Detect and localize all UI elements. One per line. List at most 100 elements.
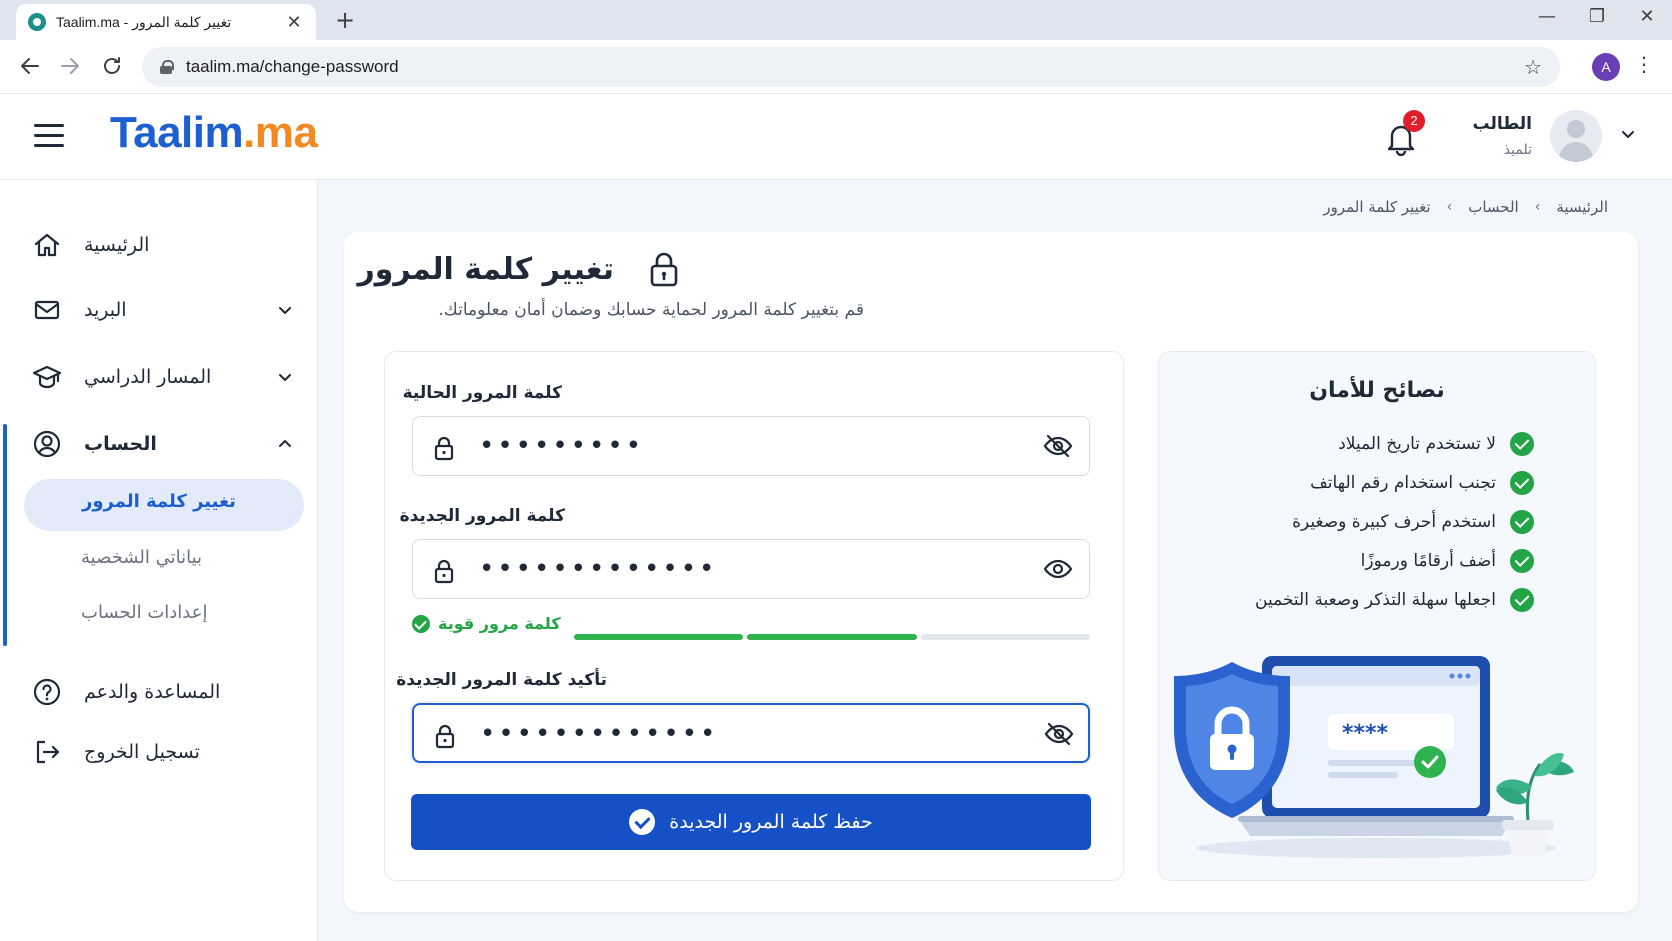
user-name: الطالب [1472,114,1532,134]
tip-item: لا تستخدم تاريخ الميلاد [1338,432,1534,456]
user-icon [32,429,62,459]
help-icon [32,677,62,707]
breadcrumb-home[interactable]: الرئيسية [1556,198,1608,216]
sidebar-subitem-label: إعدادات الحساب [81,602,208,623]
sidebar-item-label: المسار الدراسي [84,366,212,388]
sidebar-item-help[interactable]: المساعدة والدعم [0,667,318,717]
tip-item: اجعلها سهلة التذكر وصعبة التخمين [1255,588,1534,612]
mail-icon [32,295,62,325]
window-close-button[interactable]: ✕ [1632,6,1662,27]
password-strength-meter [574,634,1090,640]
browser-menu-icon[interactable]: ⋮ [1634,52,1654,76]
browser-profile-avatar[interactable]: A [1592,53,1620,81]
user-role: تلميذ [1503,142,1532,158]
eye-off-icon[interactable] [1043,433,1073,459]
app-header: Taalim.ma 2 الطالب تلميذ [0,94,1672,180]
new-password-label: كلمة المرور الجديدة [399,506,565,526]
hamburger-menu-icon[interactable] [34,124,66,148]
check-circle-icon [1510,471,1534,495]
graduation-cap-icon [32,362,62,392]
check-circle-icon [412,614,430,633]
lock-icon [434,723,456,749]
browser-tab[interactable]: Taalim.ma - تغيير كلمة المرور ✕ [16,4,316,40]
logo-text-domain: .ma [243,108,318,157]
url-field[interactable]: taalim.ma/change-password ☆ [142,47,1560,87]
lock-icon [433,435,455,461]
page-subtitle: قم بتغيير كلمة المرور لحماية حسابك وضمان… [438,300,864,320]
secure-lock-icon [160,60,174,74]
sidebar-subitem-label: تغيير كلمة المرور [82,491,236,512]
sidebar-item-mail[interactable]: البريد [0,285,318,335]
tip-item: تجنب استخدام رقم الهاتف [1310,471,1534,495]
breadcrumb-separator: ‹ [1534,199,1541,215]
sidebar-item-logout[interactable]: تسجيل الخروج [0,727,318,777]
check-circle-icon [629,809,656,835]
sidebar-subitem-personal-data[interactable]: بياناتي الشخصية [24,535,304,587]
logo-text-main: Taalim [110,108,244,157]
illustration-password-text: **** [1342,721,1389,746]
strength-segment [574,634,744,640]
save-password-label: حفظ كلمة المرور الجديدة [669,811,873,833]
sidebar-item-study-path[interactable]: المسار الدراسي [0,352,318,402]
tip-item: استخدم أحرف كبيرة وصغيرة [1292,510,1534,534]
forward-arrow-icon[interactable] [56,54,84,82]
sidebar-item-label: المساعدة والدعم [84,681,221,703]
strength-segment [747,634,917,640]
browser-tab-bar: Taalim.ma - تغيير كلمة المرور ✕ + — ❐ ✕ [0,0,1672,40]
check-circle-icon [1510,510,1534,534]
restore-button[interactable]: ❐ [1582,6,1612,27]
chevron-down-icon[interactable] [276,368,294,386]
tip-text: اجعلها سهلة التذكر وصعبة التخمين [1255,590,1496,610]
check-circle-icon [1510,588,1534,612]
current-password-label: كلمة المرور الحالية [402,383,562,403]
tip-item: أضف أرقامًا ورموزًا [1361,549,1534,573]
confirm-password-field[interactable]: ••••••••••••• [412,703,1090,763]
check-circle-icon [1510,549,1534,573]
breadcrumb-account[interactable]: الحساب [1468,198,1519,216]
confirm-password-value: ••••••••••••• [480,719,719,749]
current-password-value: ••••••••• [479,431,645,461]
breadcrumb-current: تغيير كلمة المرور [1323,198,1431,216]
home-icon [32,230,62,260]
sidebar-subitem-label: بياناتي الشخصية [81,547,203,568]
reload-icon[interactable] [98,54,126,82]
new-tab-button[interactable]: + [330,6,360,34]
check-circle-icon [1510,432,1534,456]
logo[interactable]: Taalim.ma [110,108,318,158]
save-password-button[interactable]: حفظ كلمة المرور الجديدة [411,794,1091,850]
sidebar-subitem-account-settings[interactable]: إعدادات الحساب [24,590,304,642]
sidebar-item-home[interactable]: الرئيسية [0,220,318,270]
eye-icon[interactable] [1043,556,1073,582]
url-text[interactable]: taalim.ma/change-password [186,57,1524,77]
lock-icon [648,250,680,288]
confirm-password-label: تأكيد كلمة المرور الجديدة [396,670,607,690]
breadcrumb-separator: ‹ [1446,199,1453,215]
security-illustration: **** [1166,652,1586,864]
chevron-down-icon[interactable] [276,301,294,319]
bookmark-star-icon[interactable]: ☆ [1524,55,1542,79]
chevron-down-icon[interactable] [1620,126,1636,146]
new-password-field[interactable]: ••••••••••••• [412,539,1090,599]
sidebar-item-label: تسجيل الخروج [84,741,200,763]
sidebar-subitem-change-password[interactable]: تغيير كلمة المرور [24,479,304,531]
address-bar: taalim.ma/change-password ☆ A ⋮ [0,40,1672,94]
eye-off-icon[interactable] [1044,721,1074,747]
logout-icon [32,737,62,767]
sidebar-item-label: الرئيسية [84,234,150,256]
sidebar-item-label: الحساب [84,433,157,455]
sidebar-item-account[interactable]: الحساب [0,419,318,469]
chevron-up-icon[interactable] [276,435,294,453]
avatar[interactable] [1550,110,1602,162]
tab-close-icon[interactable]: ✕ [284,12,304,33]
password-strength-text: كلمة مرور قوية [438,614,561,633]
minimize-button[interactable]: — [1532,6,1562,27]
page-title: تغيير كلمة المرور [357,252,614,287]
back-arrow-icon[interactable] [16,54,44,82]
breadcrumb: الرئيسية ‹ الحساب ‹ تغيير كلمة المرور [1323,198,1608,216]
sidebar-item-label: البريد [84,299,127,321]
current-password-field[interactable]: ••••••••• [412,416,1090,476]
password-strength-label: كلمة مرور قوية [412,614,561,633]
new-password-value: ••••••••••••• [479,554,718,584]
notification-count-badge: 2 [1403,110,1425,132]
strength-segment [920,634,1090,640]
